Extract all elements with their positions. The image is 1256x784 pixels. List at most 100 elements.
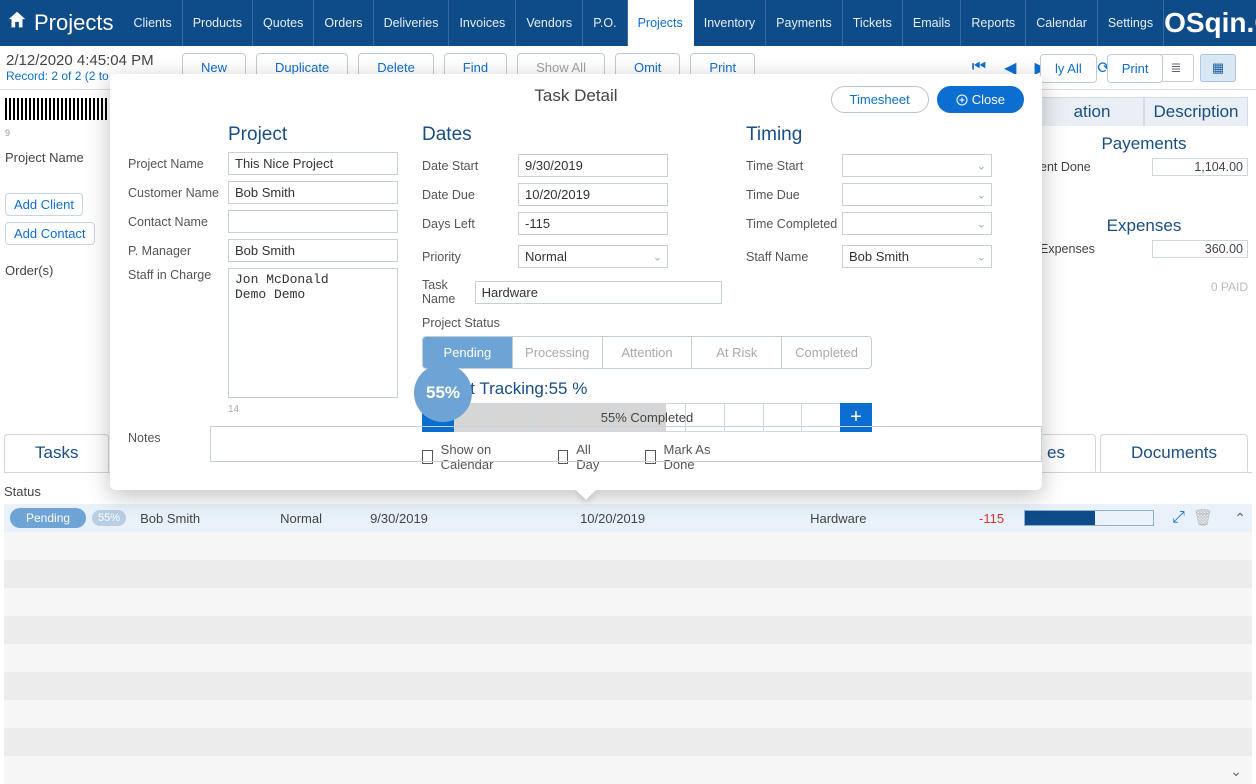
task-row-empty <box>4 588 1252 616</box>
nav-inventory[interactable]: Inventory <box>694 0 766 46</box>
plus-circle-icon <box>956 94 968 106</box>
nav-tabs: Clients Products Quotes Orders Deliverie… <box>123 0 1164 46</box>
task-detail-popover: Task Detail Timesheet Close Project Proj… <box>110 74 1042 490</box>
open-row-icon[interactable]: ⤢ <box>1172 509 1185 527</box>
add-client-button[interactable]: Add Client <box>5 193 83 216</box>
staff-name-label: Staff Name <box>746 250 842 264</box>
contact-name-input[interactable] <box>228 210 398 233</box>
date-start-label: Date Start <box>422 159 518 173</box>
row-due: 10/20/2019 <box>580 511 810 526</box>
date-due-input[interactable] <box>518 183 668 206</box>
project-name-input[interactable] <box>228 152 398 175</box>
ent-done-value: 1,104.00 <box>1152 158 1248 176</box>
col-header-description: Description <box>1144 97 1248 126</box>
module-brand: Projects <box>0 0 123 46</box>
list-expand-icon[interactable]: ⌄ <box>1230 763 1242 780</box>
ly-all-button[interactable]: ly All <box>1040 54 1097 83</box>
nav-projects[interactable]: Projects <box>628 0 694 46</box>
staff-in-charge-input[interactable] <box>228 268 398 398</box>
priority-label: Priority <box>422 250 518 264</box>
row-start: 9/30/2019 <box>370 511 580 526</box>
top-nav: Projects Clients Products Quotes Orders … <box>0 0 1256 46</box>
project-status-label: Project Status <box>422 316 518 330</box>
nav-invoices[interactable]: Invoices <box>449 0 516 46</box>
add-contact-button[interactable]: Add Contact <box>5 222 95 245</box>
task-row-empty <box>4 756 1252 784</box>
expenses-title: Expenses <box>1040 216 1248 236</box>
row-pct-pill: 55% <box>92 510 126 526</box>
close-button[interactable]: Close <box>937 86 1024 113</box>
app-logo: OSqin.Crmom <box>1164 0 1256 46</box>
orders-label: Order(s) <box>5 263 115 278</box>
left-summary-panel: 9 Project Name Add Client Add Contact Or… <box>5 90 115 278</box>
nav-tickets[interactable]: Tickets <box>843 0 903 46</box>
module-title: Projects <box>34 10 113 36</box>
dates-section-title: Dates <box>422 124 722 146</box>
date-start-input[interactable] <box>518 154 668 177</box>
task-row[interactable]: Pending 55% Bob Smith Normal 9/30/2019 1… <box>4 504 1252 532</box>
row-priority: Normal <box>280 511 370 526</box>
home-icon[interactable] <box>6 9 28 37</box>
timesheet-button[interactable]: Timesheet <box>831 86 929 113</box>
right-summary-panel: ly All Print ation Description Payements… <box>1040 90 1248 294</box>
nav-calendar[interactable]: Calendar <box>1026 0 1098 46</box>
project-section-title: Project <box>228 124 398 146</box>
barcode <box>5 98 109 120</box>
delete-row-icon[interactable]: 🗑 <box>1193 508 1213 528</box>
task-row-empty <box>4 728 1252 756</box>
task-list: Pending 55% Bob Smith Normal 9/30/2019 1… <box>4 504 1252 784</box>
nav-payments[interactable]: Payments <box>766 0 843 46</box>
print-right-button[interactable]: Print <box>1107 54 1164 83</box>
nav-products[interactable]: Products <box>183 0 253 46</box>
task-name-label: Task Name <box>422 278 475 306</box>
status-processing[interactable]: Processing <box>513 337 603 368</box>
nav-deliveries[interactable]: Deliveries <box>374 0 450 46</box>
staff-name-select[interactable] <box>842 245 992 268</box>
status-attention[interactable]: Attention <box>603 337 693 368</box>
time-due-input[interactable] <box>842 183 992 206</box>
project-section: Project Project Name Customer Name Conta… <box>128 124 398 472</box>
nav-vendors[interactable]: Vendors <box>516 0 583 46</box>
tab-documents[interactable]: Documents <box>1100 434 1248 472</box>
task-row-empty <box>4 644 1252 672</box>
days-left-input[interactable] <box>518 212 668 235</box>
p-manager-label: P. Manager <box>128 244 228 258</box>
row-task: Hardware <box>810 511 950 526</box>
small-count-14: 14 <box>228 404 398 415</box>
customer-name-input[interactable] <box>228 181 398 204</box>
task-row-empty <box>4 672 1252 700</box>
nav-clients[interactable]: Clients <box>123 0 182 46</box>
notes-textarea[interactable] <box>210 426 1042 462</box>
task-row-empty <box>4 532 1252 560</box>
p-manager-input[interactable] <box>228 239 398 262</box>
time-start-label: Time Start <box>746 159 842 173</box>
col-header-ation: ation <box>1040 97 1144 126</box>
nav-settings[interactable]: Settings <box>1098 0 1164 46</box>
time-completed-label: Time Completed <box>746 217 842 231</box>
status-pending[interactable]: Pending <box>423 337 513 368</box>
time-completed-input[interactable] <box>842 212 992 235</box>
nav-reports[interactable]: Reports <box>961 0 1026 46</box>
expenses-label: Expenses <box>1040 242 1095 256</box>
nav-orders[interactable]: Orders <box>314 0 373 46</box>
priority-select[interactable] <box>518 245 668 268</box>
nav-po[interactable]: P.O. <box>583 0 627 46</box>
nav-quotes[interactable]: Quotes <box>253 0 314 46</box>
task-detail-title: Task Detail <box>534 86 617 106</box>
row-status-pill: Pending <box>10 508 86 528</box>
task-row-empty <box>4 616 1252 644</box>
nav-emails[interactable]: Emails <box>903 0 962 46</box>
task-row-empty <box>4 560 1252 588</box>
task-row-empty <box>4 700 1252 728</box>
time-due-label: Time Due <box>746 188 842 202</box>
popover-pointer <box>576 490 596 500</box>
project-name-field-label: Project Name <box>128 157 228 171</box>
row-staff: Bob Smith <box>140 511 280 526</box>
row-collapse-icon[interactable]: ⌃ <box>1234 510 1246 527</box>
tab-tasks[interactable]: Tasks <box>4 434 109 472</box>
time-start-input[interactable] <box>842 154 992 177</box>
project-name-label: Project Name <box>5 150 115 165</box>
expenses-value: 360.00 <box>1152 240 1248 258</box>
task-name-input[interactable] <box>475 281 722 304</box>
record-id: 9 <box>5 128 115 138</box>
